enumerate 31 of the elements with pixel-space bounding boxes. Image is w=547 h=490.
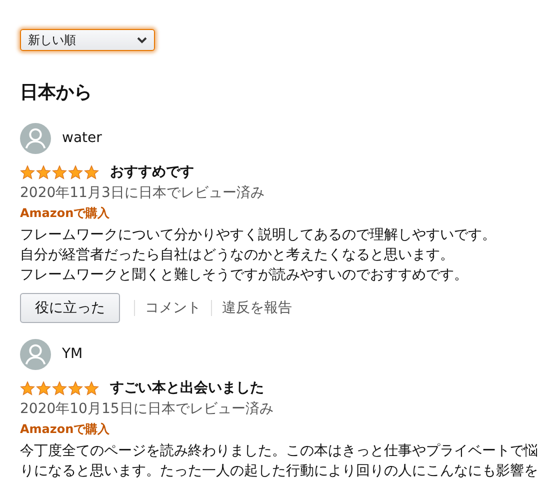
section-heading: 日本から [20, 81, 93, 105]
reviewer-name: water [62, 129, 102, 148]
star-icon [84, 381, 99, 396]
star-icon [68, 381, 83, 396]
review-title[interactable]: おすすめです [110, 162, 194, 183]
sort-dropdown[interactable]: 新しい順 [20, 29, 155, 51]
star-icon [52, 381, 67, 396]
chevron-down-icon [137, 36, 147, 44]
report-abuse-link[interactable]: 違反を報告 [222, 298, 292, 318]
comment-link[interactable]: コメント [145, 298, 201, 318]
review-text: フレームワークについて分かりやすく説明してあるので理解しやすいです。 [20, 226, 496, 245]
star-icon [36, 165, 51, 180]
reviewer-name: YM [62, 345, 83, 364]
review-text: 自分が経営者だったら自社はどうなのかと考えたくなると思います。 [20, 246, 454, 265]
review-date: 2020年10月15日に日本でレビュー済み [20, 400, 274, 419]
helpful-button[interactable]: 役に立った [20, 293, 120, 323]
star-icon [20, 165, 35, 180]
star-icon [20, 381, 35, 396]
star-icon [52, 165, 67, 180]
purchase-label: Amazonで購入 [20, 205, 110, 222]
review-date: 2020年11月3日に日本でレビュー済み [20, 184, 266, 203]
review-text: りになると思います。たった一人の起した行動により回りの人にこんなにも影響を [20, 462, 538, 481]
review-text: フレームワークと聞くと難しそうですが読みやすいのでおすすめです。 [20, 266, 468, 285]
avatar-icon [20, 339, 51, 370]
star-icon [84, 165, 99, 180]
review-text: 今丁度全てのページを読み終わりました。この本はきっと仕事やプライベートで悩 [20, 442, 538, 461]
avatar-icon [20, 123, 51, 154]
star-icon [68, 165, 83, 180]
purchase-label: Amazonで購入 [20, 421, 110, 438]
review-title[interactable]: すごい本と出会いました [110, 378, 264, 399]
star-icon [36, 381, 51, 396]
